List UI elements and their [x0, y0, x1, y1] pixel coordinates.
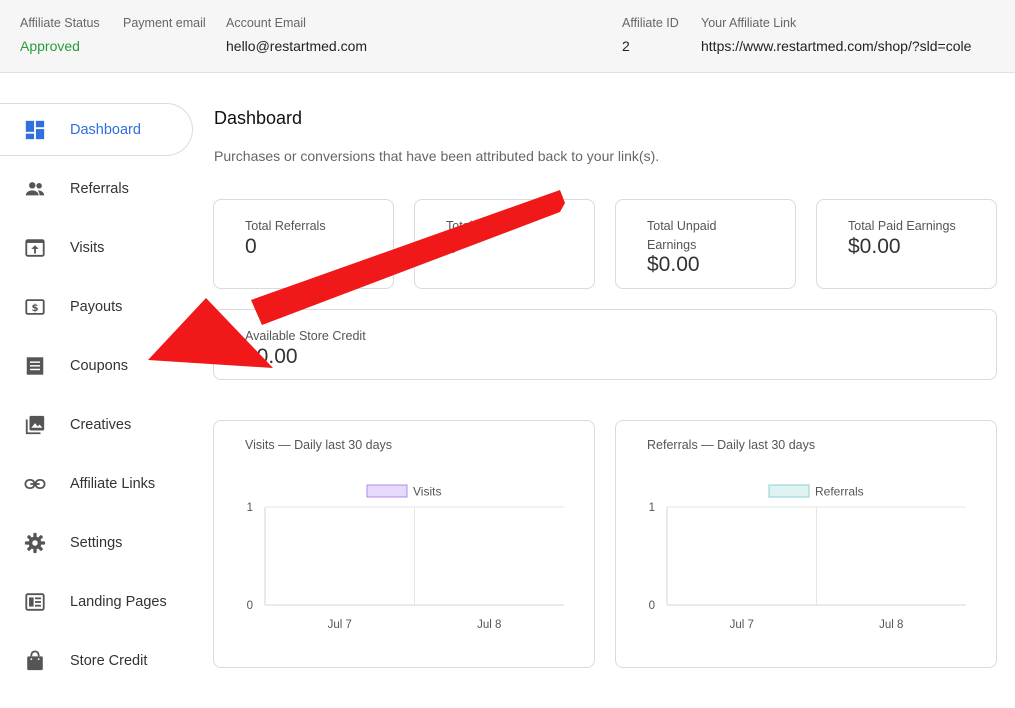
legend-swatch: [366, 484, 408, 498]
affiliate-id: Affiliate ID 2: [622, 16, 679, 54]
link-icon: [24, 478, 46, 489]
page-description: Purchases or conversions that have been …: [214, 148, 660, 164]
payment-email-label: Payment email: [123, 16, 206, 30]
stat-value: 0: [245, 235, 257, 258]
visits-chart-card: Visits — Daily last 30 days Visits 1 0 Jul …: [213, 420, 595, 668]
sidebar-item-coupons[interactable]: Coupons: [0, 339, 195, 392]
affiliate-status-value: Approved: [20, 38, 80, 54]
y-tick-label: 0: [649, 600, 655, 612]
sidebar-item-referrals[interactable]: Referrals: [0, 162, 195, 215]
gear-icon: [24, 532, 46, 553]
y-tick-label: 1: [247, 502, 253, 514]
sidebar-item-label: Referrals: [70, 180, 129, 197]
visits-chart: Visits 1 0 Jul 7 Jul 8: [247, 484, 564, 631]
sidebar-nav: Dashboard Referrals Visits $ Payouts Cou…: [0, 103, 195, 693]
sidebar-item-dashboard[interactable]: Dashboard: [0, 103, 193, 156]
stat-label: Total Paid Earnings: [848, 219, 956, 233]
sidebar-item-label: Settings: [70, 534, 123, 551]
legend-label: Referrals: [815, 485, 864, 499]
bag-icon: [27, 649, 43, 670]
stat-value: $0.00: [245, 345, 298, 368]
sidebar-item-payouts[interactable]: $ Payouts: [0, 280, 195, 333]
stat-label: Total Referrals: [245, 219, 326, 233]
svg-text:$: $: [31, 303, 38, 314]
stat-card-total-referrals: Total Referrals 0: [213, 199, 394, 289]
image-icon: [25, 415, 45, 434]
sidebar-item-label: Payouts: [70, 298, 123, 315]
sidebar-item-label: Landing Pages: [70, 593, 167, 610]
dashboard-icon: [25, 120, 45, 139]
account-email-label: Account Email: [226, 16, 306, 30]
sidebar-item-store-credit[interactable]: Store Credit: [0, 634, 195, 687]
coupon-icon: [26, 356, 44, 375]
affiliate-link-value[interactable]: https://www.restartmed.com/shop/?sld=col…: [701, 38, 971, 54]
y-tick-label: 1: [649, 502, 655, 514]
sidebar-item-landing-pages[interactable]: Landing Pages: [0, 575, 195, 628]
referrals-chart-card: Referrals — Daily last 30 days Referrals…: [615, 420, 997, 668]
sidebar-item-label: Visits: [70, 239, 105, 256]
account-email-value: hello@restartmed.com: [226, 38, 368, 54]
sidebar-item-affiliate-links[interactable]: Affiliate Links: [0, 457, 195, 510]
referrals-chart: Referrals 1 0 Jul 7 Jul 8: [649, 484, 966, 631]
affiliate-status-label: Affiliate Status: [20, 16, 100, 30]
affiliate-id-value: 2: [622, 38, 630, 54]
stat-value: $0.00: [848, 235, 901, 258]
affiliate-status: Affiliate Status Approved: [20, 16, 100, 54]
sidebar-item-label: Coupons: [70, 357, 129, 374]
x-tick-label: Jul 8: [477, 619, 501, 631]
sidebar-item-settings[interactable]: Settings: [0, 516, 195, 569]
sidebar-item-label: Affiliate Links: [70, 475, 156, 492]
stat-card-total-visits: Total Visits 0: [414, 199, 595, 289]
stat-card-total-paid-earnings: Total Paid Earnings $0.00: [816, 199, 997, 289]
legend-swatch: [768, 484, 810, 498]
affiliate-id-label: Affiliate ID: [622, 16, 679, 30]
stat-card-total-unpaid-earnings: Total Unpaid Earnings $0.00: [615, 199, 796, 289]
x-tick-label: Jul 7: [730, 619, 754, 631]
landing-page-icon: [25, 592, 45, 611]
stat-label: Available Store Credit: [245, 329, 366, 343]
sidebar-item-creatives[interactable]: Creatives: [0, 398, 195, 451]
affiliate-link-label: Your Affiliate Link: [701, 16, 797, 30]
stat-value: $0.00: [647, 253, 700, 276]
dollar-icon: $: [25, 298, 45, 315]
sidebar-item-label: Store Credit: [70, 652, 148, 669]
sidebar-item-visits[interactable]: Visits: [0, 221, 195, 274]
x-tick-label: Jul 8: [879, 619, 903, 631]
people-icon: [25, 181, 45, 195]
sidebar-item-label: Dashboard: [70, 121, 141, 138]
stat-value: 0: [446, 235, 458, 258]
affiliate-link: Your Affiliate Link https://www.restartm…: [701, 16, 971, 54]
stat-label: Total Unpaid Earnings: [647, 219, 717, 252]
payment-email: Payment email: [123, 16, 206, 31]
account-email: Account Email hello@restartmed.com: [226, 16, 367, 54]
visits-icon: [25, 238, 45, 257]
x-tick-label: Jul 7: [328, 619, 352, 631]
page-title: Dashboard: [214, 108, 303, 128]
sidebar-item-label: Creatives: [70, 416, 132, 433]
y-tick-label: 0: [247, 600, 253, 612]
legend-label: Visits: [413, 485, 441, 499]
stat-card-store-credit: Available Store Credit $0.00: [213, 309, 997, 380]
stat-label: Total Visits: [446, 219, 506, 233]
affiliate-header: Affiliate Status Approved Payment email …: [0, 0, 1015, 73]
